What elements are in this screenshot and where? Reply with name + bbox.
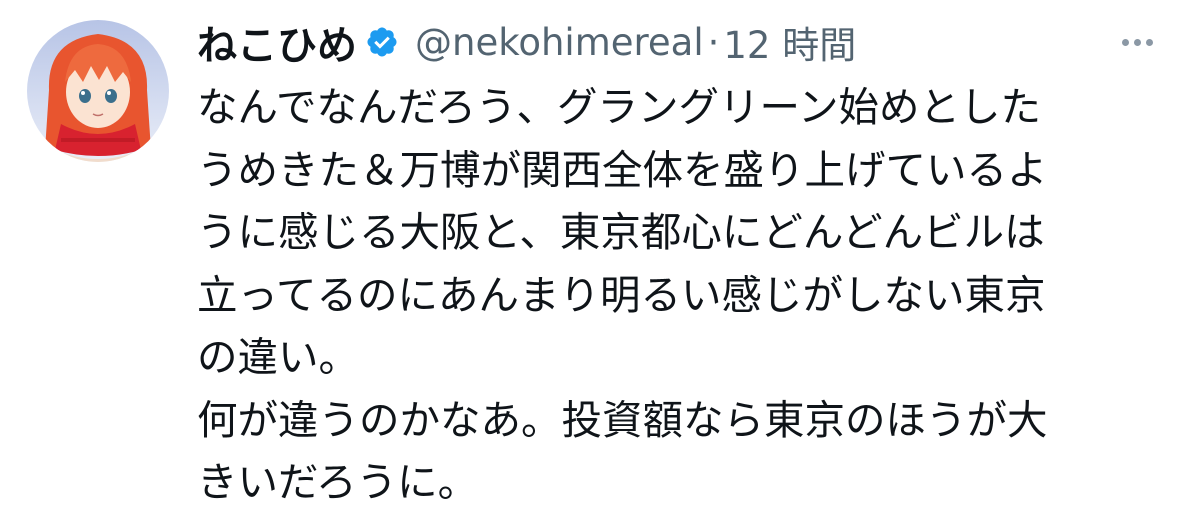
tweet-line: きいだろうに。 [197,458,479,506]
avatar[interactable] [27,20,169,162]
tweet-line: なんでなんだろう、グラングリーン始めとした [197,83,1042,131]
tweet-line: 何が違うのかなあ。投資額なら東京のほうが大 [197,395,1048,444]
separator-dot: · [707,20,720,64]
tweet-header: ねこひめ @nekohimereal · 12 時間 [197,14,1159,70]
tweet-line: うに感じる大阪と、東京都心にどんどんビルは [197,208,1045,256]
user-handle[interactable]: @nekohimereal [415,21,704,64]
verified-badge-icon [367,27,397,57]
avatar-illustration [27,20,169,162]
tweet-line: の違い。 [197,333,359,381]
tweet-line: 立ってるのにあんまり明るい感じがしない東京 [197,270,1046,319]
tweet-line: うめきた＆万博が関西全体を盛り上げているよ [197,145,1048,194]
more-options-icon[interactable] [1116,22,1159,62]
display-name[interactable]: ねこひめ [197,13,357,71]
tweet-text: なんでなんだろう、グラングリーン始めとした うめきた＆万博が関西全体を盛り上げて… [197,76,1147,514]
timestamp[interactable]: 12 時間 [723,15,856,69]
